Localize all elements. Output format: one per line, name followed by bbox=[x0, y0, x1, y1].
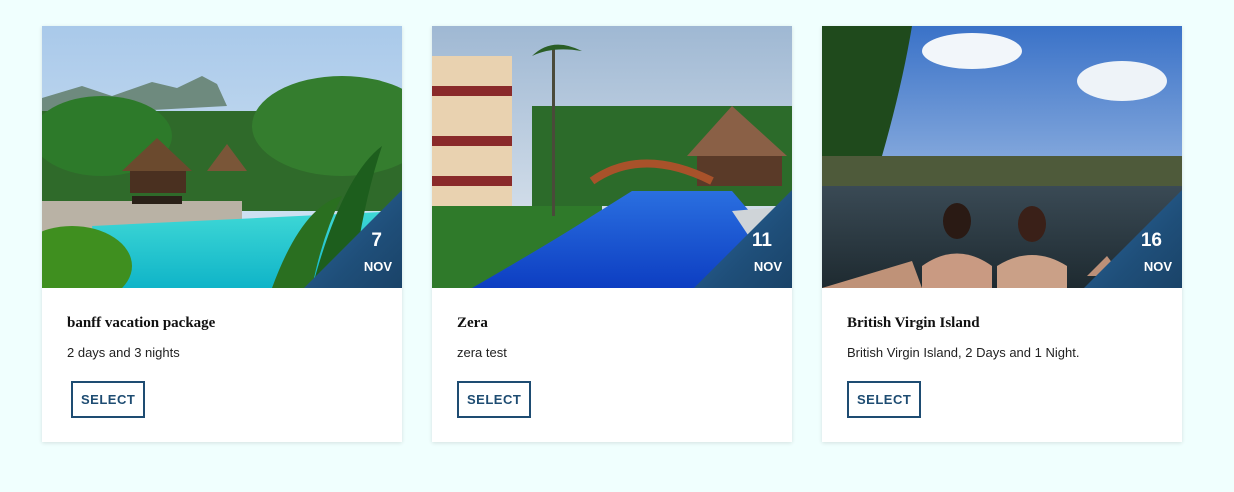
package-image: 11 NOV bbox=[432, 26, 792, 288]
package-title: British Virgin Island bbox=[847, 315, 980, 331]
package-description: zera test bbox=[457, 345, 507, 360]
package-title: banff vacation package bbox=[67, 315, 216, 331]
package-image: 16 NOV bbox=[822, 26, 1182, 288]
package-description: 2 days and 3 nights bbox=[67, 345, 180, 360]
select-button[interactable]: SELECT bbox=[71, 381, 146, 418]
package-description: British Virgin Island, 2 Days and 1 Nigh… bbox=[847, 345, 1080, 360]
package-card: 7 NOV banff vacation package 2 days and … bbox=[42, 26, 402, 442]
date-month: NOV bbox=[753, 259, 782, 274]
package-card: 11 NOV Zera zera test SELECT bbox=[432, 26, 792, 442]
package-title: Zera bbox=[457, 315, 488, 331]
package-image: 7 NOV bbox=[42, 26, 402, 288]
date-month: NOV bbox=[1143, 259, 1172, 274]
date-month: NOV bbox=[363, 259, 392, 274]
package-card: 16 NOV British Virgin Island British Vir… bbox=[822, 26, 1182, 442]
package-card-list: 7 NOV banff vacation package 2 days and … bbox=[42, 26, 1182, 442]
select-button[interactable]: SELECT bbox=[847, 381, 922, 418]
select-button[interactable]: SELECT bbox=[457, 381, 532, 418]
